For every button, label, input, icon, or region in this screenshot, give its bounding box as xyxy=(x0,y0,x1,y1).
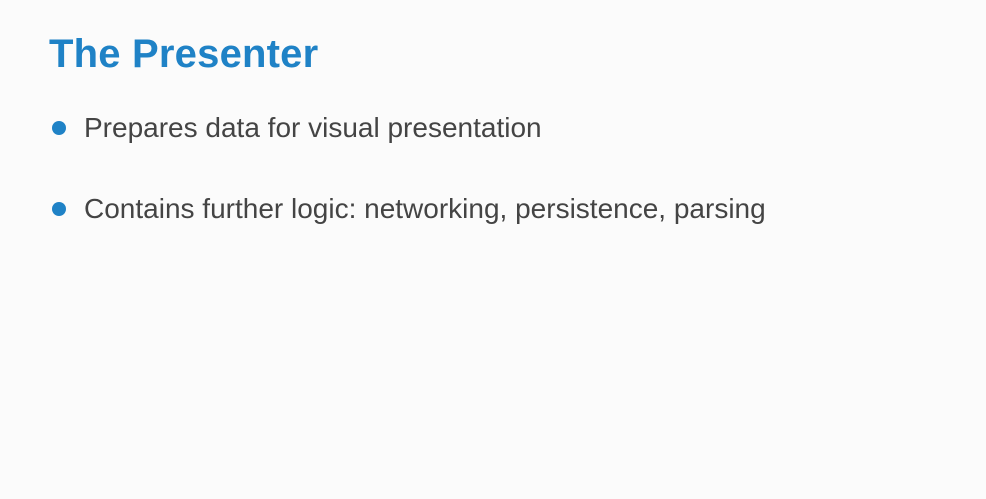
bullet-dot-icon xyxy=(52,121,66,135)
slide: The Presenter Prepares data for visual p… xyxy=(0,0,986,499)
bullet-item: Prepares data for visual presentation xyxy=(52,108,766,148)
slide-title: The Presenter xyxy=(49,32,319,76)
bullet-text: Contains further logic: networking, pers… xyxy=(84,193,766,224)
bullet-dot-icon xyxy=(52,202,66,216)
bullet-text: Prepares data for visual presentation xyxy=(84,112,542,143)
bullet-item: Contains further logic: networking, pers… xyxy=(52,189,766,229)
bullet-list: Prepares data for visual presentation Co… xyxy=(52,108,766,270)
